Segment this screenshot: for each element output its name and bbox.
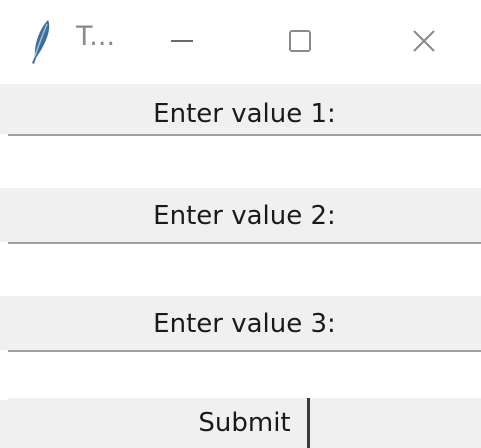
window-title: T... [76,21,116,52]
field-3-input[interactable] [8,350,481,398]
title-bar[interactable]: T... [0,0,481,84]
feather-icon [32,20,50,64]
field-1-input[interactable] [8,134,481,188]
field-3-margin [0,350,8,400]
minimize-icon [171,40,193,42]
field-2-margin [0,242,8,296]
minimize-button[interactable] [152,14,212,68]
maximize-button[interactable] [270,14,330,68]
maximize-icon [289,30,311,52]
field-2-label: Enter value 2: [8,190,481,242]
field-1-margin [0,134,8,188]
close-icon [413,30,435,52]
close-button[interactable] [394,14,454,68]
field-2-input[interactable] [8,242,481,296]
app-window: T... Enter value 1: Enter value 2: Enter… [0,0,481,448]
submit-button[interactable]: Submit [182,398,310,448]
field-1-label: Enter value 1: [8,88,481,140]
field-3-label: Enter value 3: [8,298,481,350]
